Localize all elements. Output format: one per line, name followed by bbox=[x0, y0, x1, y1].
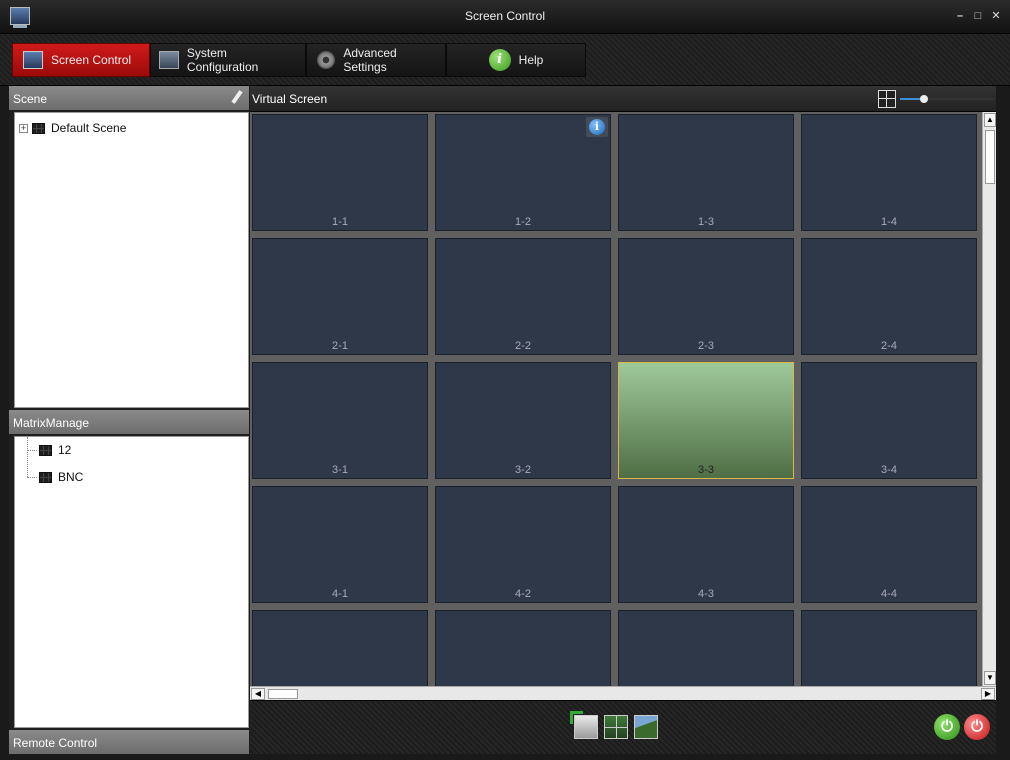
matrix-item[interactable]: BNC bbox=[15, 466, 248, 488]
scene-tree: + Default Scene bbox=[14, 112, 249, 408]
bottom-toolbar: ⏻ ⏻ bbox=[250, 700, 996, 754]
gear-icon bbox=[317, 51, 336, 69]
tile-label: 1-3 bbox=[698, 216, 714, 228]
virtual-screen-header: Virtual Screen bbox=[250, 86, 996, 112]
screen-control-icon bbox=[23, 51, 43, 69]
edit-icon[interactable] bbox=[231, 90, 243, 104]
tile-label: 4-1 bbox=[332, 588, 348, 600]
zoom-slider[interactable] bbox=[900, 95, 994, 103]
screen-tile[interactable] bbox=[801, 610, 977, 686]
dvi-input-icon[interactable] bbox=[570, 711, 598, 739]
horizontal-scroll-thumb[interactable] bbox=[268, 689, 298, 699]
matrix-panel-title: MatrixManage bbox=[13, 416, 90, 430]
tile-viewport: 1-1 1-2 i 1-3 1-4 2-1 2-2 2-3 2-4 3-1 3-2 3-3 3-4 4-1… bbox=[250, 112, 982, 686]
window-title: Screen Control bbox=[464, 9, 546, 23]
system-configuration-icon bbox=[159, 51, 179, 69]
tile-label: 2-4 bbox=[881, 340, 897, 352]
info-glyph: i bbox=[589, 119, 605, 135]
scene-item[interactable]: + Default Scene bbox=[15, 117, 248, 139]
tile-label: 3-2 bbox=[515, 464, 531, 476]
vertical-scroll-thumb[interactable] bbox=[985, 130, 995, 184]
tile-label: 2-3 bbox=[698, 340, 714, 352]
tile-label: 1-2 bbox=[515, 216, 531, 228]
window-controls: – □ ✕ bbox=[954, 10, 1002, 22]
minimize-icon[interactable]: – bbox=[954, 10, 966, 22]
split-screen-icon[interactable] bbox=[604, 715, 628, 739]
screen-tile[interactable]: 2-4 bbox=[801, 238, 977, 355]
scroll-up-icon[interactable]: ▲ bbox=[984, 113, 996, 127]
screen-tile[interactable]: 1-3 bbox=[618, 114, 794, 231]
matrix-item-label: BNC bbox=[58, 470, 84, 484]
screen-tile[interactable]: 4-1 bbox=[252, 486, 428, 603]
tab-label: Advanced Settings bbox=[343, 46, 397, 74]
matrix-item[interactable]: 12 bbox=[15, 439, 248, 461]
vertical-scrollbar[interactable]: ▲ ▼ bbox=[982, 112, 996, 686]
matrix-item-label: 12 bbox=[58, 443, 72, 457]
tile-label: 3-4 bbox=[881, 464, 897, 476]
matrix-grid-icon bbox=[39, 444, 52, 456]
tab-label: System Configuration bbox=[186, 46, 259, 74]
scene-panel-title: Scene bbox=[13, 92, 48, 106]
tile-label: 3-1 bbox=[332, 464, 348, 476]
remote-panel-title: Remote Control bbox=[13, 736, 98, 750]
screen-tile[interactable]: 3-4 bbox=[801, 362, 977, 479]
screen-tile[interactable]: 2-3 bbox=[618, 238, 794, 355]
main-tab-bar: Screen Control System Configuration Adva… bbox=[0, 34, 1010, 86]
close-icon[interactable]: ✕ bbox=[990, 10, 1002, 22]
layout-grid-icon[interactable] bbox=[878, 90, 896, 108]
horizontal-scrollbar[interactable]: ◀ ▶ bbox=[250, 686, 996, 700]
screen-tile[interactable]: 3-2 bbox=[435, 362, 611, 479]
screen-tile[interactable] bbox=[252, 610, 428, 686]
matrix-grid-icon bbox=[39, 471, 52, 483]
virtual-screen-title: Virtual Screen bbox=[252, 92, 328, 106]
tab-system-configuration[interactable]: System Configuration bbox=[150, 43, 306, 77]
tile-label: 4-2 bbox=[515, 588, 531, 600]
matrix-panel-header: MatrixManage bbox=[9, 410, 249, 434]
screen-tile[interactable]: 4-4 bbox=[801, 486, 977, 603]
screen-tile[interactable] bbox=[618, 610, 794, 686]
screen-tile[interactable]: 4-2 bbox=[435, 486, 611, 603]
screen-tile[interactable]: 2-2 bbox=[435, 238, 611, 355]
tile-label: 4-4 bbox=[881, 588, 897, 600]
virtual-screen-panel: Virtual Screen 1-1 1-2 i 1-3 1-4 2-1 2-2 2-3 2-4… bbox=[250, 86, 996, 754]
tile-label: 1-1 bbox=[332, 216, 348, 228]
power-off-icon[interactable]: ⏻ bbox=[964, 714, 990, 740]
scroll-down-icon[interactable]: ▼ bbox=[984, 671, 996, 685]
tile-label: 1-4 bbox=[881, 216, 897, 228]
screen-tile[interactable]: 2-1 bbox=[252, 238, 428, 355]
power-on-icon[interactable]: ⏻ bbox=[934, 714, 960, 740]
tile-label: 3-3 bbox=[698, 464, 714, 476]
tab-help[interactable]: i Help bbox=[446, 43, 586, 77]
screen-tile[interactable]: 3-1 bbox=[252, 362, 428, 479]
info-icon[interactable]: i bbox=[586, 117, 608, 137]
left-panel: Scene + Default Scene MatrixManage 12 BN… bbox=[9, 86, 249, 754]
expand-icon[interactable]: + bbox=[19, 123, 28, 133]
tab-label: Screen Control bbox=[51, 53, 132, 67]
tile-label: 2-1 bbox=[332, 340, 348, 352]
tab-screen-control[interactable]: Screen Control bbox=[12, 43, 150, 77]
scroll-left-icon[interactable]: ◀ bbox=[251, 688, 265, 700]
maximize-icon[interactable]: □ bbox=[972, 10, 984, 22]
scene-grid-icon bbox=[32, 122, 45, 134]
scene-item-label: Default Scene bbox=[51, 121, 127, 135]
scroll-right-icon[interactable]: ▶ bbox=[981, 688, 995, 700]
screen-tile[interactable]: 1-4 bbox=[801, 114, 977, 231]
screen-tile[interactable]: 1-2 i bbox=[435, 114, 611, 231]
screen-tile[interactable]: 1-1 bbox=[252, 114, 428, 231]
scene-panel-header: Scene bbox=[9, 86, 249, 110]
tile-label: 2-2 bbox=[515, 340, 531, 352]
matrix-tree: 12 BNC bbox=[14, 436, 249, 728]
wall-image-icon[interactable] bbox=[634, 715, 658, 739]
screen-tile[interactable]: 3-3 bbox=[618, 362, 794, 479]
tab-label: Help bbox=[518, 53, 544, 67]
screen-tile[interactable]: 4-3 bbox=[618, 486, 794, 603]
tile-label: 4-3 bbox=[698, 588, 714, 600]
remote-panel-header[interactable]: Remote Control bbox=[9, 730, 249, 754]
zoom-slider-handle[interactable] bbox=[919, 95, 928, 103]
help-icon: i bbox=[488, 49, 511, 71]
tab-advanced-settings[interactable]: Advanced Settings bbox=[306, 43, 446, 77]
title-bar: Screen Control – □ ✕ bbox=[0, 0, 1010, 34]
screen-tile[interactable] bbox=[435, 610, 611, 686]
